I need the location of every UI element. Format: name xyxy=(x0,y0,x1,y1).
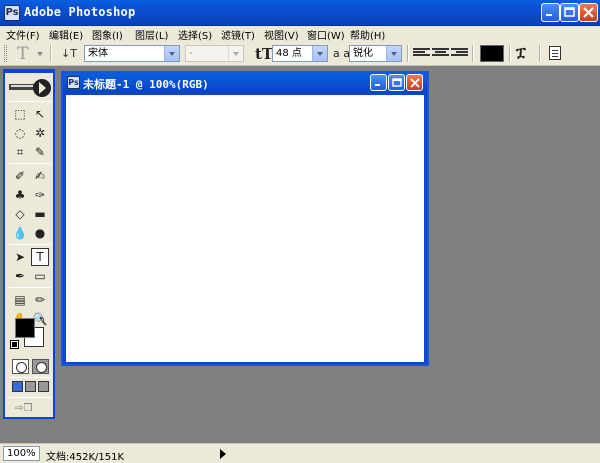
align-center-icon[interactable] xyxy=(432,48,449,59)
minimize-button[interactable] xyxy=(541,3,560,22)
text-orientation-icon[interactable]: ↓T xyxy=(61,47,77,60)
app-title: Adobe Photoshop xyxy=(24,5,136,19)
menu-bar: 文件(F) 编辑(E) 图象(I) 图层(L) 选择(S) 滤镜(T) 视图(V… xyxy=(0,26,600,42)
doc-minimize-button[interactable] xyxy=(370,74,387,91)
marquee-tool[interactable]: ⬚ xyxy=(11,105,29,123)
status-bar: 100% 文档:452K/151K xyxy=(0,443,600,463)
options-separator xyxy=(509,45,511,62)
quick-mask-mode-button[interactable] xyxy=(32,359,49,374)
status-menu-arrow-icon[interactable] xyxy=(220,449,226,459)
magic-wand-tool[interactable]: ✲ xyxy=(31,124,49,142)
font-style-select[interactable]: - xyxy=(185,45,244,62)
chevron-down-icon[interactable] xyxy=(228,46,243,61)
menu-filter[interactable]: 滤镜(T) xyxy=(221,27,255,42)
dodge-tool[interactable]: ● xyxy=(31,224,49,242)
foreground-color-swatch[interactable] xyxy=(15,318,35,338)
slice-tool[interactable]: ✎ xyxy=(31,143,49,161)
font-family-value: 宋体 xyxy=(88,48,108,59)
doc-maximize-button[interactable] xyxy=(388,74,405,91)
options-bar: T ↓T 宋体 - tT 48 点 a a 锐化 ፗ xyxy=(0,41,600,66)
toolbox-separator xyxy=(9,287,51,288)
chevron-down-icon[interactable] xyxy=(164,46,179,61)
lasso-tool[interactable]: ◌ xyxy=(11,124,29,142)
document-title-bar[interactable]: Ps 未标题-1 @ 100%(RGB) xyxy=(63,73,427,93)
full-screen-menu-mode-button[interactable] xyxy=(25,381,36,392)
default-colors-icon[interactable] xyxy=(10,340,19,349)
toolbox-separator xyxy=(9,244,51,245)
eyedropper-tool[interactable]: ✏ xyxy=(31,291,49,309)
tool-preset-arrow-icon[interactable] xyxy=(37,52,43,56)
healing-brush-tool[interactable]: ✐ xyxy=(11,167,29,185)
menu-view[interactable]: 视图(V) xyxy=(264,27,299,42)
menu-select[interactable]: 选择(S) xyxy=(178,27,212,42)
anti-alias-icon: a a xyxy=(333,47,350,60)
maximize-button[interactable] xyxy=(560,3,579,22)
tool-preset-picker[interactable]: T xyxy=(17,44,28,64)
palettes-icon[interactable] xyxy=(549,46,561,60)
options-separator xyxy=(539,45,541,62)
options-gripper[interactable] xyxy=(4,45,7,62)
close-button[interactable] xyxy=(579,3,598,22)
doc-close-button[interactable] xyxy=(406,74,423,91)
document-info: 文档:452K/151K xyxy=(46,452,125,463)
text-color-swatch[interactable] xyxy=(480,45,504,62)
menu-edit[interactable]: 编辑(E) xyxy=(49,27,83,42)
font-size-icon: tT xyxy=(255,45,274,63)
notes-tool[interactable]: ▤ xyxy=(11,291,29,309)
anti-alias-value: 锐化 xyxy=(353,48,373,59)
standard-mode-button[interactable] xyxy=(12,359,29,374)
menu-help[interactable]: 帮助(H) xyxy=(350,27,385,42)
blur-tool[interactable]: 💧 xyxy=(11,224,29,242)
chevron-down-icon[interactable] xyxy=(312,46,327,61)
menu-layer[interactable]: 图层(L) xyxy=(135,27,168,42)
font-family-select[interactable]: 宋体 xyxy=(84,45,180,62)
toolbox-separator xyxy=(9,163,51,164)
align-right-icon[interactable] xyxy=(451,48,468,59)
align-left-icon[interactable] xyxy=(413,48,430,59)
history-brush-tool[interactable]: ✑ xyxy=(31,186,49,204)
menu-window[interactable]: 窗口(W) xyxy=(307,27,345,42)
shape-tool[interactable]: ▭ xyxy=(31,267,49,285)
toolbox-separator xyxy=(9,101,51,102)
options-separator xyxy=(407,45,409,62)
toolbox-separator xyxy=(9,377,51,378)
options-separator xyxy=(472,45,474,62)
toolbox-separator xyxy=(9,397,51,398)
font-style-value: - xyxy=(189,48,193,59)
move-tool[interactable]: ↖ xyxy=(31,105,49,123)
document-title: 未标题-1 @ 100%(RGB) xyxy=(83,78,209,91)
path-selection-tool[interactable]: ➤ xyxy=(11,248,29,266)
font-size-select[interactable]: 48 点 xyxy=(272,45,328,62)
document-window: Ps 未标题-1 @ 100%(RGB) xyxy=(61,71,429,366)
full-screen-mode-button[interactable] xyxy=(38,381,49,392)
swap-colors-icon[interactable]: ↰ xyxy=(38,316,46,326)
options-separator xyxy=(50,45,52,62)
chevron-down-icon[interactable] xyxy=(386,46,401,61)
brush-tool[interactable]: ✍ xyxy=(31,167,49,185)
crop-tool[interactable]: ⌗ xyxy=(11,143,29,161)
gradient-tool[interactable]: ▬ xyxy=(31,205,49,223)
jump-to-imageready-icon[interactable]: ⇨❒ xyxy=(15,403,45,415)
adobe-online-icon[interactable] xyxy=(7,76,51,100)
zoom-level-input[interactable]: 100% xyxy=(3,446,40,461)
app-title-bar[interactable]: Ps Adobe Photoshop xyxy=(0,0,600,26)
anti-alias-select[interactable]: 锐化 xyxy=(349,45,402,62)
pen-tool[interactable]: ✒ xyxy=(11,267,29,285)
clone-stamp-tool[interactable]: ♣ xyxy=(11,186,29,204)
photoshop-app-icon: Ps xyxy=(4,5,20,21)
menu-file[interactable]: 文件(F) xyxy=(6,27,40,42)
document-icon: Ps xyxy=(67,76,80,89)
toolbox: ⬚ ↖ ◌ ✲ ⌗ ✎ ✐ ✍ ♣ ✑ ◇ ▬ 💧 ● ➤ T ✒ ▭ ▤ ✏ … xyxy=(3,69,55,419)
warp-text-icon[interactable]: ፗ xyxy=(516,45,526,61)
eraser-tool[interactable]: ◇ xyxy=(11,205,29,223)
font-size-value: 48 点 xyxy=(276,48,302,59)
document-canvas[interactable] xyxy=(66,95,424,362)
standard-screen-mode-button[interactable] xyxy=(12,381,23,392)
type-tool[interactable]: T xyxy=(31,248,49,266)
menu-image[interactable]: 图象(I) xyxy=(92,27,123,42)
